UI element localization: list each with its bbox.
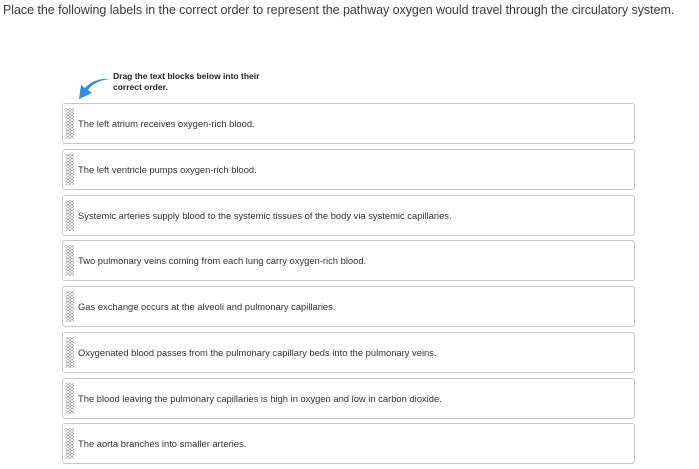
drag-handle-icon[interactable] bbox=[66, 382, 74, 414]
draggable-label[interactable]: Systemic arteries supply blood to the sy… bbox=[62, 194, 635, 236]
drag-instruction: Drag the text blocks below into their co… bbox=[78, 70, 338, 100]
drag-handle-icon[interactable] bbox=[66, 428, 74, 460]
instruction-text: Drag the text blocks below into their co… bbox=[113, 71, 303, 93]
drag-handle-icon[interactable] bbox=[66, 291, 74, 322]
instruction-line-1: Drag the text blocks below into their bbox=[113, 71, 260, 81]
label-text: The left atrium receives oxygen-rich blo… bbox=[78, 118, 255, 129]
draggable-label[interactable]: The left ventricle pumps oxygen-rich blo… bbox=[62, 148, 635, 190]
question-text: Place the following labels in the correc… bbox=[3, 3, 675, 17]
label-text: Oxygenated blood passes from the pulmona… bbox=[78, 346, 437, 358]
instruction-line-2: correct order. bbox=[113, 82, 168, 92]
draggable-label-list: The left atrium receives oxygen-rich blo… bbox=[62, 103, 635, 469]
drag-handle-icon[interactable] bbox=[66, 153, 74, 185]
label-text: Two pulmonary veins coming from each lun… bbox=[78, 255, 367, 267]
draggable-label[interactable]: The blood leaving the pulmonary capillar… bbox=[62, 377, 635, 419]
draggable-label[interactable]: Oxygenated blood passes from the pulmona… bbox=[62, 331, 635, 373]
draggable-label[interactable]: The left atrium receives oxygen-rich blo… bbox=[62, 103, 635, 144]
drag-handle-icon[interactable] bbox=[66, 245, 74, 277]
label-text: The left ventricle pumps oxygen-rich blo… bbox=[78, 163, 257, 175]
label-text: The aorta branches into smaller arteries… bbox=[78, 438, 247, 450]
label-text: Systemic arteries supply blood to the sy… bbox=[78, 209, 452, 221]
curved-arrow-icon bbox=[79, 78, 110, 99]
label-text: Gas exchange occurs at the alveoli and p… bbox=[78, 301, 336, 312]
drag-handle-icon[interactable] bbox=[66, 199, 74, 231]
drag-handle-icon[interactable] bbox=[66, 336, 74, 368]
drag-handle-icon[interactable] bbox=[66, 108, 74, 139]
label-text: The blood leaving the pulmonary capillar… bbox=[78, 392, 442, 404]
draggable-label[interactable]: Two pulmonary veins coming from each lun… bbox=[62, 240, 635, 282]
draggable-label[interactable]: Gas exchange occurs at the alveoli and p… bbox=[62, 286, 635, 327]
draggable-label[interactable]: The aorta branches into smaller arteries… bbox=[62, 423, 635, 465]
